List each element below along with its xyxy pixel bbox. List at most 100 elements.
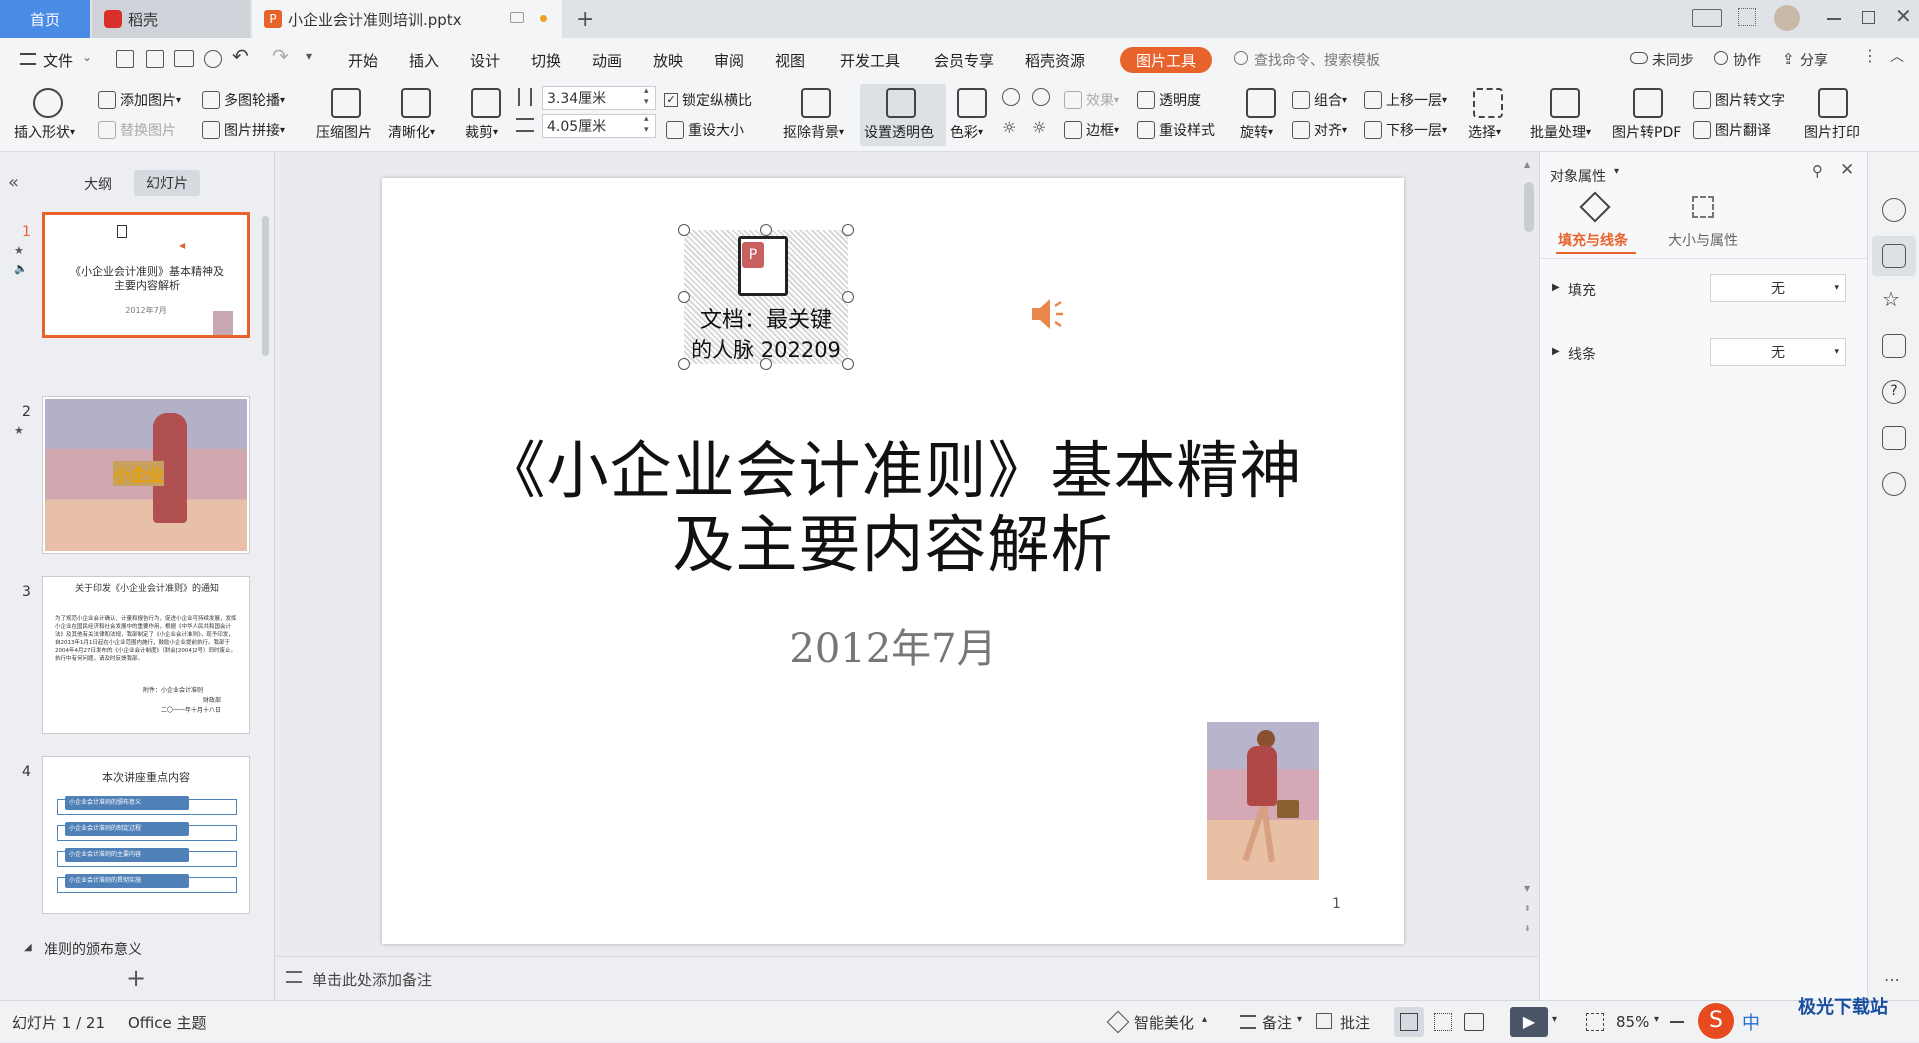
bring-forward-button[interactable]: 上移一层 ▾ [1364,90,1447,110]
menu-member[interactable]: 会员专享 [934,50,994,71]
fill-select[interactable]: 无 ▾ [1710,274,1846,302]
menu-insert[interactable]: 插入 [409,50,439,71]
menu-developer[interactable]: 开发工具 [840,50,900,71]
add-slide-button[interactable]: + [126,964,146,992]
slide-picture[interactable] [1207,722,1319,880]
contrast-up-icon[interactable]: ☼ [1002,118,1016,137]
pin-icon[interactable]: ⚲ [1812,162,1823,180]
vertical-scrollbar[interactable]: ▲ ▼ ⇞ ⇟ [1520,160,1538,950]
grid-icon[interactable] [1738,8,1756,26]
resize-handle[interactable] [760,358,772,370]
reading-view-icon[interactable] [1464,1013,1484,1031]
scroll-down-icon[interactable]: ▼ [1524,884,1530,893]
picture-mosaic-button[interactable]: 图片拼接 ▾ [202,120,285,140]
scroll-up-icon[interactable]: ▲ [1524,160,1530,169]
batch-button[interactable]: 批量处理 ▾ [1530,122,1591,142]
replace-picture-button[interactable]: 替换图片 [98,120,176,140]
redo-icon[interactable]: ↷ [272,44,289,68]
menu-design[interactable]: 设计 [470,50,500,71]
restore-icon[interactable] [1862,11,1875,24]
reset-style-button[interactable]: 重设样式 [1137,120,1215,140]
save-icon[interactable] [116,50,134,68]
fit-window-icon[interactable] [1586,1013,1604,1031]
print-icon[interactable] [174,50,194,67]
undo-icon[interactable]: ↶ [232,44,249,68]
resize-handle[interactable] [678,224,690,236]
tab-fill-line[interactable]: 填充与线条 [1558,230,1628,250]
chevron-down-icon[interactable]: ▾ [1654,1014,1659,1025]
export-icon[interactable] [146,50,164,68]
command-search[interactable]: 查找命令、搜索模板 [1254,50,1380,70]
translate-button[interactable]: 图片翻译 [1693,120,1771,140]
comment-button[interactable]: 批注 [1340,1001,1370,1043]
compress-button[interactable]: 压缩图片 [316,122,372,142]
color-button[interactable]: 色彩 ▾ [950,122,983,142]
hamburger-icon[interactable] [20,53,36,65]
ime-chinese-icon[interactable]: 中 [1742,1009,1760,1035]
height-stepper[interactable]: ▴ ▾ [644,86,649,108]
theme-name[interactable]: Office 主题 [128,1001,207,1043]
preview-icon[interactable] [204,50,222,68]
avatar[interactable] [1774,5,1800,31]
lightning-icon[interactable] [1882,472,1906,496]
more-options-icon[interactable]: ⋮ [1862,46,1878,65]
brightness-up-icon[interactable] [1002,88,1020,106]
star-icon[interactable]: ☆ [1882,288,1906,312]
width-stepper[interactable]: ▴ ▾ [644,114,649,136]
selected-picture[interactable]: P 文档：最关键 的人脉 202209 [684,230,848,364]
send-backward-button[interactable]: 下移一层 ▾ [1364,120,1447,140]
transparency-button[interactable]: 透明度 [1137,90,1201,110]
chevron-up-icon[interactable]: ▴ [1202,1014,1207,1025]
sharpen-button[interactable]: 清晰化 ▾ [388,122,435,142]
picture-icon[interactable] [1882,426,1906,450]
rotate-button[interactable]: 旋转 ▾ [1240,122,1273,142]
speaker-icon[interactable] [1028,294,1063,330]
remove-bg-button[interactable]: 抠除背景 ▾ [783,122,844,142]
smart-beautify-button[interactable]: 智能美化 [1134,1001,1194,1043]
more-icon[interactable]: ▾ [306,49,312,63]
file-menu[interactable]: 文件 [43,50,73,71]
transition-icon[interactable] [1882,334,1906,358]
add-picture-button[interactable]: 添加图片 ▾ [98,90,181,110]
menu-review[interactable]: 审阅 [714,50,744,71]
minimize-icon[interactable] [1827,18,1841,20]
panel-title[interactable]: 对象属性 [1550,166,1606,186]
menu-view[interactable]: 视图 [775,50,805,71]
crop-button[interactable]: 裁剪 ▾ [465,122,498,142]
tab-home[interactable]: 首页 [0,0,90,38]
insert-shape-button[interactable]: 插入形状 ▾ [14,122,75,142]
tab-size-property[interactable]: 大小与属性 [1668,230,1738,250]
reset-size-button[interactable]: 重设大小 [666,120,744,140]
resize-handle[interactable] [678,358,690,370]
new-tab-button[interactable]: + [572,0,602,38]
rocket-icon[interactable] [1882,198,1906,222]
slide-canvas[interactable]: P 文档：最关键 的人脉 202209 《小企业会计准则》基本精神 及主要内容解… [382,178,1404,944]
menu-animation[interactable]: 动画 [592,50,622,71]
layout-icon[interactable] [1692,9,1722,27]
slide-thumbnail-2[interactable]: 小企业 [42,396,250,554]
resize-handle[interactable] [678,291,690,303]
resize-handle[interactable] [842,291,854,303]
lock-ratio-checkbox[interactable]: ✓ 锁定纵横比 [664,90,752,110]
line-select[interactable]: 无 ▾ [1710,338,1846,366]
resize-handle[interactable] [760,224,772,236]
brightness-down-icon[interactable] [1032,88,1050,106]
notes-placeholder[interactable]: 单击此处添加备注 [312,969,432,990]
menu-transition[interactable]: 切换 [531,50,561,71]
tab-slides[interactable]: 幻灯片 [134,170,200,196]
menu-slideshow[interactable]: 放映 [653,50,683,71]
screen-icon[interactable] [510,12,524,23]
chevron-down-icon[interactable]: ▾ [1297,1014,1302,1025]
align-button[interactable]: 对齐 ▾ [1292,120,1347,140]
print-picture-button[interactable]: 图片打印 [1804,122,1860,142]
collapse-ribbon-icon[interactable]: ︿ [1890,46,1904,66]
effects-button[interactable]: 效果 ▾ [1064,90,1119,110]
slide-thumbnail-3[interactable]: 关于印发《小企业会计准则》的通知 为了规范小企业会计确认、计量和报告行为，促进小… [42,576,250,734]
tab-daoke[interactable]: 稻壳 [92,0,250,38]
share-button[interactable]: 分享 [1800,50,1828,70]
section-label[interactable]: 准则的颁布意义 [44,939,142,959]
more-icon[interactable]: ⋯ [1884,970,1900,989]
menu-daoke-resources[interactable]: 稻壳资源 [1025,50,1085,71]
notes-button[interactable]: 备注 [1262,1001,1292,1043]
help-icon[interactable]: ? [1882,380,1906,404]
